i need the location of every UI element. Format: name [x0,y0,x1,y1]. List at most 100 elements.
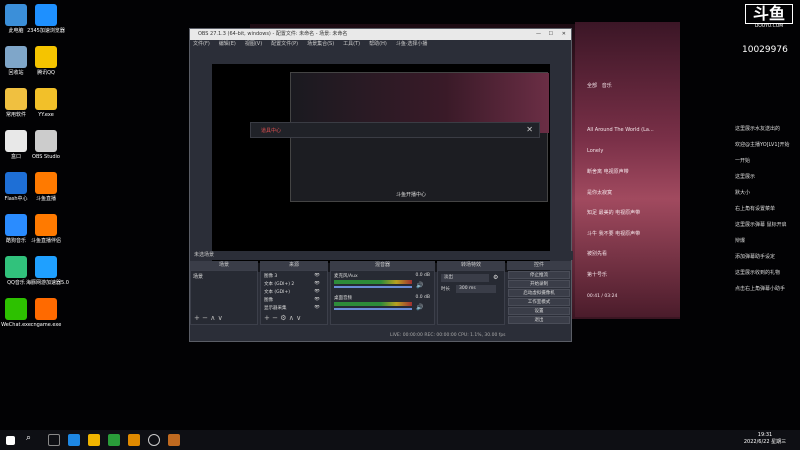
obs-preview[interactable]: 斗鱼开播中心 [212,64,550,272]
music-track[interactable]: Lonely [587,148,603,154]
add-icon[interactable]: + [264,314,270,322]
douyu-logo-text: 斗鱼 [745,4,793,24]
music-track[interactable]: 是你太寂寞 [587,189,612,196]
menu-item[interactable]: 斗鱼·选择小播 [396,41,428,47]
desktop-icon[interactable]: 2345加速浏览器 [26,4,66,34]
browser-icon[interactable] [68,434,80,446]
control-button[interactable]: 启动虚拟摄像机 [508,289,570,297]
close-icon[interactable]: ✕ [562,29,566,40]
clock-date: 2022/6/22 星期三 [743,439,787,445]
minimize-icon[interactable]: — [536,29,541,40]
desktop-icon[interactable]: OBS Studio [26,130,66,160]
eye-icon[interactable]: 👁 [314,281,320,286]
gear-icon[interactable]: ⚙ [493,274,498,281]
music-tab-all[interactable]: 全部 [587,83,597,89]
chat-line: 这里展示弹幕 鼠标开启 [735,222,787,228]
duration-input[interactable]: 300 ms [456,285,496,293]
remove-icon[interactable]: − [202,314,208,322]
chat-overlay: 这里展示水友送出的 欢迎@主播YO[LV1]开始 一开始 这里展示 默大小 右上角有设置菜… [680,80,800,340]
desktop-icon-label: 斗鱼直播伴侣 [30,238,61,244]
add-icon[interactable]: + [194,314,200,322]
transition-select[interactable]: 淡出 [441,274,489,282]
menu-item[interactable]: 配置文件(P) [271,41,298,47]
music-track[interactable]: 被别先看 [587,250,607,257]
mixer-level: 0.0 dB [415,295,430,300]
control-button[interactable]: 停止推流 [508,271,570,279]
desktop-icon-label: OBS Studio [32,154,60,160]
douyu-icon[interactable] [168,434,180,446]
volume-slider[interactable] [334,286,412,288]
down-icon[interactable]: ∨ [218,314,223,322]
windows-start-icon[interactable] [6,436,15,445]
music-track[interactable]: 第十号乐 [587,271,607,278]
control-button[interactable]: 设置 [508,307,570,315]
music-track[interactable]: All Around The World (La... [587,127,654,133]
obs-statusbar: LIVE: 00:00:00 REC: 00:00:00 CPU: 1.1%, … [190,331,571,341]
clock[interactable]: 19:31 2022/6/22 星期三 [740,432,790,445]
menu-item[interactable]: 工具(T) [343,41,360,47]
close-icon[interactable]: ✕ [526,125,533,134]
desktop-icon[interactable]: 腾讯QQ [26,46,66,76]
scene-label: 未选场景 [194,252,215,258]
up-icon[interactable]: ∧ [289,314,294,322]
obs-window: OBS 27.1.3 (64-bit, windows) - 配置文件: 未命名… [189,28,573,342]
source-item[interactable]: 文本 (GDI+) 👁 [264,289,326,295]
mixer-dock-title: 混音器 [330,261,435,270]
speaker-icon[interactable]: 🔊 [416,304,423,311]
eye-icon[interactable]: 👁 [314,273,320,278]
source-item[interactable]: 图像 3 👁 [264,273,326,279]
obs-icon[interactable] [148,434,160,446]
file-explorer-icon[interactable] [128,434,140,446]
menu-item[interactable]: 场景集合(S) [307,41,334,47]
task-view-icon[interactable] [48,434,60,446]
duration-label: 时长 [441,287,450,292]
desktop-icon[interactable]: YY.exe [26,88,66,118]
control-button[interactable]: 开始录制 [508,280,570,288]
menu-item[interactable]: 帮助(H) [369,41,387,47]
source-item[interactable]: 图像 👁 [264,297,326,303]
up-icon[interactable]: ∧ [210,314,215,322]
eye-icon[interactable]: 👁 [314,305,320,310]
desktop-icon[interactable]: 斗鱼直播伴侣 [26,214,66,244]
volume-slider[interactable] [334,308,412,310]
source-item[interactable]: 文本 (GDI+) 2 👁 [264,281,326,287]
app-icon [5,4,27,26]
volume-meter [334,302,412,306]
obs-titlebar[interactable]: OBS 27.1.3 (64-bit, windows) - 配置文件: 未命名… [190,29,571,40]
control-button[interactable]: 工作室模式 [508,298,570,306]
music-track[interactable]: 斗牛 我不要 电视原声带 [587,230,640,237]
app-icon[interactable] [108,434,120,446]
eye-icon[interactable]: 👁 [314,289,320,294]
menu-item[interactable]: 视图(V) [245,41,262,47]
gear-icon[interactable]: ⚙ [280,314,286,322]
source-item[interactable]: 显示器采集 👁 [264,305,326,311]
app-icon [5,172,27,194]
chat-line: 右上角有设置菜单 [735,206,776,212]
down-icon[interactable]: ∨ [296,314,301,322]
chat-line: 点击右上角弹幕小助手 [735,286,786,292]
source-label: 显示器采集 [264,306,287,311]
chat-line: 辩爆 [735,238,746,244]
desktop-icon[interactable]: cngame.exe [26,298,66,328]
music-track[interactable]: 知足 最美的 电视原声带 [587,209,640,216]
remove-icon[interactable]: − [272,314,278,322]
sources-dock: 图像 3 👁 文本 (GDI+) 2 👁 文本 (GDI+) 👁 图像 👁 显示器采集 … [260,270,328,325]
app-icon [5,46,27,68]
music-tab-music[interactable]: 音乐 [602,83,612,89]
desktop-icon[interactable]: 斗鱼直播 [26,172,66,202]
control-button[interactable]: 退出 [508,316,570,324]
music-track[interactable]: 断舍离 电视原声带 [587,168,629,175]
desktop-icon[interactable]: 海豚网游加速器5.0 [26,256,69,286]
app-icon [35,256,57,278]
scene-item[interactable]: 场景 [191,271,257,282]
obs-title: OBS 27.1.3 (64-bit, windows) - 配置文件: 未命名… [198,31,348,37]
search-icon[interactable]: ⌕ [26,433,38,445]
desktop-icon-label: 2345加速浏览器 [27,28,65,34]
chat-line: 欢迎@主播YO[LV1]开始 [735,142,790,148]
maximize-icon[interactable]: ☐ [549,29,553,40]
eye-icon[interactable]: 👁 [314,297,320,302]
menu-item[interactable]: 编辑(E) [219,41,236,47]
speaker-icon[interactable]: 🔊 [416,282,423,289]
qq-icon[interactable] [88,434,100,446]
menu-item[interactable]: 文件(F) [193,41,210,47]
